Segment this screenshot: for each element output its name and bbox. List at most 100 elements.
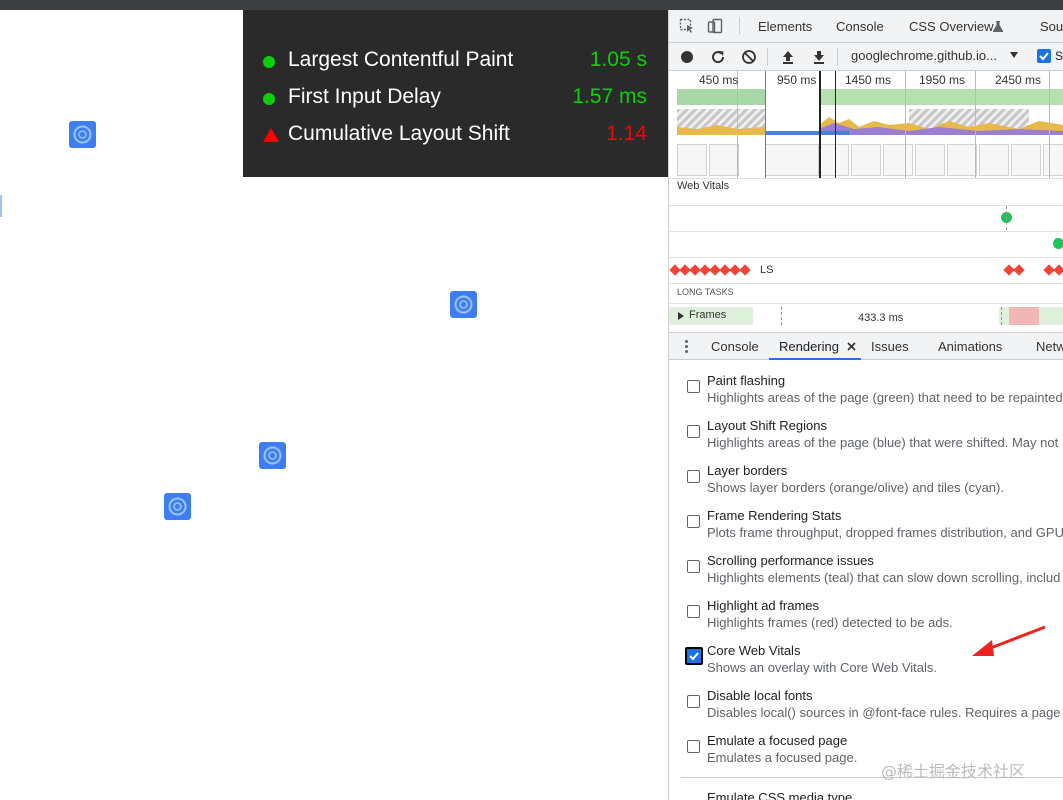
device-toolbar-icon[interactable] <box>707 18 723 34</box>
selection-edge[interactable] <box>765 71 766 178</box>
chrome-logo-icon <box>259 442 286 469</box>
vital-label: Largest Contentful Paint <box>288 48 514 71</box>
ls-label: LS <box>760 264 774 276</box>
checkbox[interactable] <box>687 380 700 393</box>
option-title: Paint flashing <box>707 373 786 388</box>
time-tick: 950 ms <box>777 73 817 87</box>
screenshots-label: S <box>1055 49 1063 63</box>
performance-toolbar: googlechrome.github.io... S <box>669 43 1063 71</box>
toolbar-divider <box>767 48 768 66</box>
devtools-panel: Elements Console CSS Overview Sou google… <box>668 10 1063 800</box>
drawer-tab-network[interactable]: Netw <box>1036 339 1063 354</box>
option-scrolling-performance[interactable]: Scrolling performance issues Highlights … <box>669 550 1063 595</box>
devtools-main-tabs: Elements Console CSS Overview Sou <box>669 10 1063 43</box>
selection-handle[interactable] <box>819 71 821 178</box>
layout-shift-marker[interactable] <box>1013 264 1025 276</box>
option-description: Plots frame throughput, dropped frames d… <box>707 525 1063 540</box>
grid-line <box>1049 71 1050 178</box>
layout-shift-marker[interactable] <box>1053 264 1063 276</box>
screenshot-thumb <box>1011 144 1041 176</box>
toolbar-divider <box>837 48 838 66</box>
screenshot-thumb <box>851 144 881 176</box>
vital-value: 1.14 <box>606 122 647 145</box>
web-vitals-track-label: Web Vitals <box>677 180 730 192</box>
drawer-tab-issues[interactable]: Issues <box>871 339 909 354</box>
screenshots-checkbox[interactable] <box>1037 49 1051 63</box>
checkbox[interactable] <box>687 425 700 438</box>
marker-line <box>1006 206 1007 230</box>
fps-bar <box>819 89 1063 105</box>
experiment-flask-icon <box>993 21 1003 32</box>
long-tasks-label: LONG TASKS <box>677 287 734 297</box>
vital-value: 1.57 ms <box>572 85 647 108</box>
watermark: @稀土掘金技术社区 <box>881 762 1026 781</box>
record-icon[interactable] <box>679 49 695 65</box>
download-icon[interactable] <box>811 49 827 65</box>
track-divider <box>669 231 1063 232</box>
layout-shift-marker[interactable] <box>739 264 751 276</box>
screenshot-thumb <box>1043 144 1063 176</box>
top-strip <box>0 0 1063 10</box>
option-layer-borders[interactable]: Layer borders Shows layer borders (orang… <box>669 460 1063 505</box>
option-paint-flashing[interactable]: Paint flashing Highlights areas of the p… <box>669 370 1063 415</box>
option-description: Emulates a focused page. <box>707 750 858 765</box>
reload-icon[interactable] <box>710 49 726 65</box>
checkbox[interactable] <box>687 605 700 618</box>
tab-sources[interactable]: Sou <box>1040 19 1063 34</box>
inspect-icon[interactable] <box>679 18 695 34</box>
vital-label: First Input Delay <box>288 85 441 108</box>
track-divider <box>669 205 1063 206</box>
option-layout-shift-regions[interactable]: Layout Shift Regions Highlights areas of… <box>669 415 1063 460</box>
drawer-tab-rendering[interactable]: Rendering <box>779 339 839 354</box>
screenshot-thumb <box>947 144 977 176</box>
tab-console[interactable]: Console <box>836 19 884 34</box>
time-tick: 2450 ms <box>995 73 1042 87</box>
vital-marker[interactable] <box>1053 238 1063 249</box>
option-title: Layer borders <box>707 463 788 478</box>
expand-triangle-icon[interactable] <box>677 312 685 320</box>
chrome-logo-icon <box>450 291 477 318</box>
option-description: Highlights areas of the page (blue) that… <box>707 435 1059 450</box>
track-divider <box>669 283 1063 284</box>
close-icon[interactable] <box>847 342 856 351</box>
tab-elements[interactable]: Elements <box>758 19 812 34</box>
checkbox[interactable] <box>687 560 700 573</box>
vital-row-cls: Cumulative Layout Shift 1.14 <box>243 120 668 150</box>
vital-value: 1.05 s <box>589 48 647 71</box>
vital-row-lcp: Largest Contentful Paint 1.05 s <box>243 46 668 76</box>
grid-line <box>737 71 738 178</box>
frame-divider <box>1001 307 1002 325</box>
tab-css-overview[interactable]: CSS Overview <box>909 19 994 34</box>
clear-icon[interactable] <box>741 49 757 65</box>
chrome-logo-icon <box>69 121 96 148</box>
drawer-tab-console[interactable]: Console <box>711 339 759 354</box>
checkbox[interactable] <box>687 470 700 483</box>
time-tick: 1950 ms <box>919 73 966 87</box>
track-divider <box>669 257 1063 258</box>
option-title: Frame Rendering Stats <box>707 508 842 523</box>
frame-divider <box>781 307 782 325</box>
kebab-menu-icon[interactable] <box>685 340 688 354</box>
option-frame-rendering-stats[interactable]: Frame Rendering Stats Plots frame throug… <box>669 505 1063 550</box>
chevron-down-icon[interactable] <box>1010 52 1018 58</box>
checkbox[interactable] <box>687 740 700 753</box>
cpu-chart <box>677 125 765 135</box>
recording-select[interactable]: googlechrome.github.io... <box>851 48 997 63</box>
time-tick: 450 ms <box>699 73 739 87</box>
option-description: Shows layer borders (orange/olive) and t… <box>707 480 1004 495</box>
vital-label: Cumulative Layout Shift <box>288 122 510 145</box>
screenshot-root: Largest Contentful Paint 1.05 s First In… <box>0 0 1063 800</box>
screenshot-thumb <box>677 144 707 176</box>
network-bar <box>765 131 849 135</box>
selection-handle[interactable] <box>835 71 836 178</box>
checkbox-checked-icon[interactable] <box>685 647 703 665</box>
option-title: Layout Shift Regions <box>707 418 827 433</box>
timeline-overview[interactable]: 450 ms 950 ms 1450 ms 1950 ms 2450 ms <box>669 71 1063 178</box>
option-disable-local-fonts[interactable]: Disable local fonts Disables local() sou… <box>669 685 1063 730</box>
checkbox[interactable] <box>687 695 700 708</box>
drawer-tabbar: Console Rendering Issues Animations Netw <box>669 332 1063 360</box>
upload-icon[interactable] <box>780 49 796 65</box>
drawer-tab-animations[interactable]: Animations <box>938 339 1002 354</box>
screenshot-thumb <box>709 144 739 176</box>
checkbox[interactable] <box>687 515 700 528</box>
